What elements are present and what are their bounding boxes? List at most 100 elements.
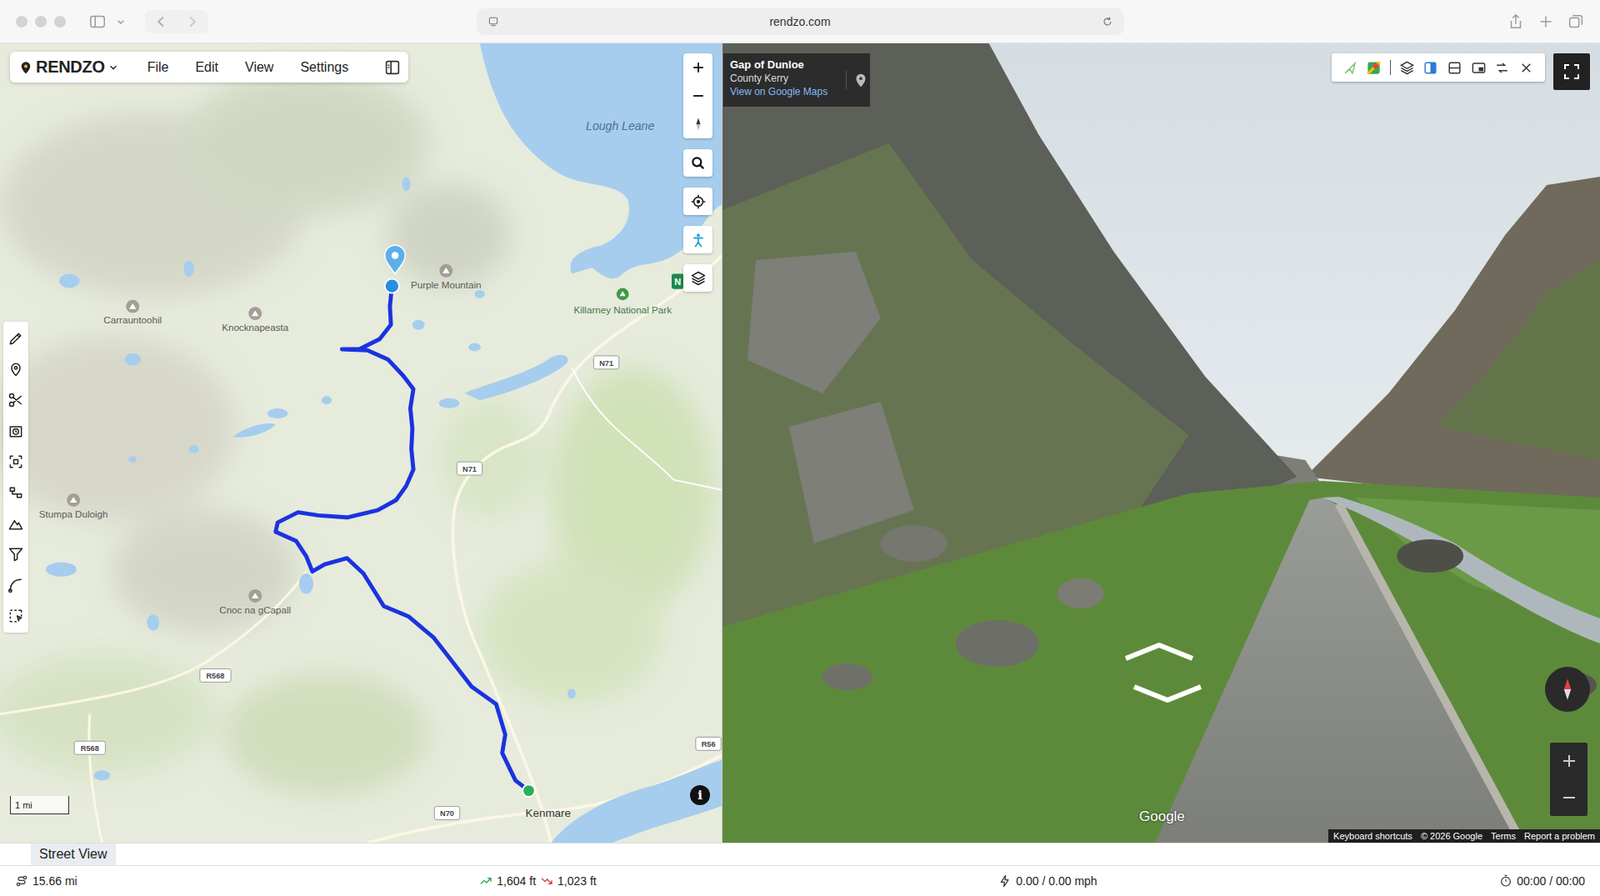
stopwatch-icon — [1499, 874, 1513, 888]
address-bar[interactable]: rendzo.com — [476, 8, 1125, 35]
svg-text:N71: N71 — [462, 465, 477, 474]
attribution-link[interactable]: Keyboard shortcuts — [1333, 830, 1413, 841]
map-label[interactable]: R568 — [200, 668, 231, 682]
svg-text:N71: N71 — [599, 359, 614, 368]
move-back-arrow-icon[interactable] — [1129, 681, 1206, 707]
map-label[interactable]: Lough Leane — [585, 119, 655, 133]
street-view-button[interactable] — [683, 225, 713, 254]
map-label[interactable]: R56 — [695, 736, 721, 750]
layers-button[interactable] — [683, 264, 713, 292]
map-pin-icon[interactable] — [845, 70, 870, 90]
plus-icon — [1559, 750, 1580, 771]
select-icon[interactable] — [7, 606, 25, 625]
history-buttons — [145, 10, 209, 34]
move-forward-arrow-icon[interactable] — [1120, 638, 1198, 664]
menu-item[interactable]: View — [235, 56, 284, 79]
route-end-marker[interactable] — [522, 784, 535, 797]
picture-in-picture-icon[interactable] — [1470, 60, 1487, 76]
compass-button[interactable] — [1545, 666, 1590, 712]
menu-item[interactable]: File — [137, 56, 180, 79]
fullscreen-icon — [1561, 61, 1582, 82]
info-button[interactable]: i — [690, 785, 710, 805]
minus-icon — [690, 87, 707, 105]
elevation-icon[interactable] — [7, 514, 25, 533]
svg-text:N70: N70 — [440, 809, 455, 818]
svg-text:Purple Mountain: Purple Mountain — [410, 279, 482, 290]
sidebar-icon[interactable] — [88, 12, 107, 31]
street-view-panel[interactable]: Gap of DunloeCounty KerryView on Google … — [721, 43, 1600, 843]
direction-icon[interactable] — [1342, 60, 1359, 76]
timed-camera-icon[interactable] — [7, 421, 25, 440]
filter-icon[interactable] — [7, 545, 25, 564]
route-line[interactable] — [275, 285, 530, 790]
map-label[interactable]: Carrauntoohil — [103, 300, 162, 326]
google-maps-icon[interactable] — [1365, 60, 1382, 76]
route-start-marker[interactable] — [385, 279, 400, 294]
zoom-button[interactable] — [54, 15, 66, 28]
google-maps-link[interactable]: View on Google Maps — [730, 85, 841, 98]
zoom-controls — [683, 53, 713, 139]
back-icon[interactable] — [151, 12, 170, 31]
street-view-pin-icon[interactable] — [385, 245, 405, 274]
split-vertical-icon[interactable] — [1422, 60, 1439, 76]
app-logo[interactable]: RENDZO — [18, 57, 120, 77]
share-icon[interactable] — [1506, 12, 1525, 31]
page-icon — [486, 15, 500, 29]
minus-icon — [1559, 787, 1580, 808]
app-toolbar: RENDZO FileEdit View Settings — [10, 51, 409, 83]
locate-button[interactable] — [683, 187, 713, 215]
tab-overview-icon[interactable] — [1566, 12, 1585, 31]
split-horizontal-icon[interactable] — [1446, 60, 1463, 76]
reset-north-button[interactable] — [683, 110, 713, 139]
bottom-tab[interactable]: Street View — [30, 843, 116, 865]
map-panel[interactable]: Lough Leane Purple Mountain Carrauntoohil K… — [0, 43, 722, 843]
map-label[interactable]: Purple Mountain — [410, 264, 482, 290]
minimize-button[interactable] — [35, 15, 47, 28]
scissors-icon[interactable] — [7, 390, 25, 410]
lightning-icon — [998, 874, 1012, 888]
focus-icon[interactable] — [7, 452, 25, 471]
zoom-out-button[interactable] — [1550, 779, 1588, 816]
map-label[interactable]: Killarney National Park — [573, 288, 672, 316]
map-label[interactable]: Stumpa Duloigh — [39, 493, 109, 520]
close-button[interactable] — [15, 15, 28, 28]
map-label[interactable]: Knocknapeasta — [221, 306, 290, 333]
layers-icon[interactable] — [1399, 60, 1415, 76]
zoom-in-button[interactable] — [1550, 742, 1588, 780]
new-tab-icon[interactable] — [1536, 12, 1555, 31]
search-button[interactable] — [683, 149, 713, 177]
google-logo: Google — [1139, 808, 1185, 825]
map-canvas[interactable]: Lough Leane Purple Mountain Carrauntoohil K… — [0, 43, 722, 843]
close-icon[interactable] — [1518, 60, 1535, 76]
attribution-link[interactable]: © 2026 Google — [1420, 830, 1483, 841]
map-label[interactable]: Kenmare — [525, 806, 571, 820]
chevron-down-icon — [107, 61, 120, 74]
panel-toggle-icon[interactable] — [383, 58, 402, 77]
map-label[interactable]: N — [671, 273, 685, 289]
tool-column — [3, 321, 29, 633]
attribution-link[interactable]: Terms — [1490, 830, 1516, 841]
map-label[interactable]: N70 — [434, 806, 460, 820]
steps-icon[interactable] — [7, 483, 25, 502]
map-label[interactable]: Cnoc na gCapall — [219, 589, 291, 615]
reload-icon[interactable] — [1100, 15, 1115, 29]
map-label[interactable]: N71 — [456, 461, 482, 475]
marker-icon[interactable] — [7, 360, 25, 379]
curve-icon[interactable] — [7, 575, 25, 595]
chevron-down-icon[interactable] — [114, 15, 128, 29]
fullscreen-button[interactable] — [1553, 53, 1590, 90]
street-view-image[interactable] — [722, 43, 1600, 843]
menu-item[interactable]: Edit — [185, 56, 229, 79]
map-label[interactable]: R568 — [74, 740, 105, 755]
map-label[interactable]: N71 — [593, 355, 619, 370]
browser-window: rendzo.com Lough Leane Purple Mountain Carr… — [0, 0, 1600, 896]
locate-icon — [690, 193, 707, 210]
draw-icon[interactable] — [7, 329, 25, 348]
menu-item[interactable]: Settings — [290, 56, 359, 79]
place-region: County Kerry — [730, 72, 841, 85]
forward-icon[interactable] — [183, 12, 202, 31]
attribution-link[interactable]: Report a problem — [1524, 830, 1595, 841]
zoom-out-button[interactable] — [683, 81, 713, 110]
swap-icon[interactable] — [1494, 60, 1510, 76]
zoom-in-button[interactable] — [683, 53, 713, 82]
